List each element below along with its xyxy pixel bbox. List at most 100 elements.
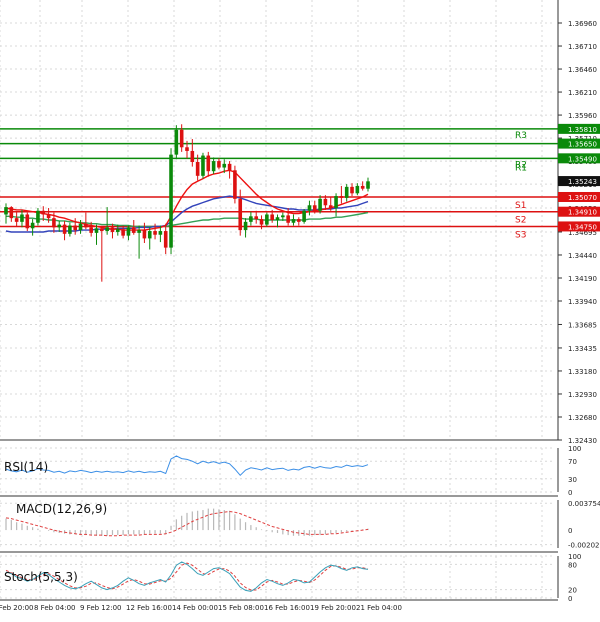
- candle-body: [179, 129, 184, 148]
- level-name-s3: S3: [515, 230, 526, 240]
- candle-body: [89, 227, 93, 233]
- y-tick-label: 1.36960: [568, 20, 597, 28]
- candle-body: [185, 147, 189, 151]
- candle-body: [233, 170, 237, 199]
- candle-body: [169, 154, 173, 248]
- x-tick-label: 21 Feb 04:00: [356, 604, 402, 612]
- x-tick-label: 8 Feb 04:00: [34, 604, 75, 612]
- level-name-r3: R3: [515, 131, 527, 141]
- candle-body: [366, 181, 370, 189]
- y-tick-label: 1.33685: [568, 321, 597, 329]
- candle-body: [360, 185, 365, 189]
- y-tick-label: 0.003754: [568, 500, 600, 508]
- candle-body: [174, 129, 179, 155]
- y-tick-label: 0: [568, 595, 572, 603]
- candle-body: [249, 216, 253, 222]
- candle-body: [243, 221, 248, 231]
- candle-body: [110, 227, 115, 232]
- x-tick-label: 12 Feb 16:00: [126, 604, 172, 612]
- y-tick-label: 1.34190: [568, 275, 597, 283]
- y-tick-label: 1.33435: [568, 345, 597, 353]
- candle-body: [286, 215, 290, 223]
- y-tick-label: 30: [568, 476, 577, 484]
- level-name-s1: S1: [515, 201, 526, 211]
- y-tick-label: 100: [568, 553, 581, 561]
- y-tick-label: 70: [568, 458, 577, 466]
- candle-body: [217, 161, 221, 168]
- candle-body: [355, 185, 360, 194]
- candle-body: [296, 219, 301, 222]
- candle-body: [147, 231, 152, 239]
- candle-body: [222, 163, 227, 168]
- y-tick-label: 1.33940: [568, 298, 597, 306]
- chart-canvas: 1.369601.367101.364601.362101.359601.357…: [0, 0, 600, 612]
- candle-body: [270, 214, 274, 220]
- candle-body: [94, 228, 99, 233]
- candle-body: [254, 216, 259, 220]
- level-name-s2: S2: [515, 216, 526, 226]
- y-tick-label: 0: [568, 489, 572, 497]
- stoch-panel: 10080 200 Stoch(5,5,3): [0, 553, 581, 603]
- candle-body: [190, 150, 195, 163]
- x-tick-label: 16 Feb 16:00: [264, 604, 310, 612]
- candle-body: [328, 205, 333, 209]
- level-price-label: 1.35490: [568, 155, 597, 163]
- candle-body: [4, 207, 8, 215]
- y-tick-label: 20: [568, 587, 577, 595]
- level-price-label: 1.35650: [568, 141, 597, 149]
- y-tick-label: 1.34440: [568, 252, 597, 260]
- y-tick-label: 100: [568, 445, 581, 453]
- forex-chart: 1.369601.367101.364601.362101.359601.357…: [0, 0, 600, 617]
- candle-body: [265, 214, 269, 225]
- level-price-label: 1.35810: [568, 126, 597, 134]
- level-price-label: 1.34910: [568, 209, 597, 217]
- candle-body: [318, 198, 322, 211]
- candle-body: [211, 161, 216, 172]
- candle-body: [84, 223, 88, 228]
- candle-body: [238, 198, 243, 231]
- macd-label: MACD(12,26,9): [16, 502, 107, 516]
- candle-body: [46, 214, 51, 219]
- candle-body: [126, 227, 131, 236]
- x-tick-label: 9 Feb 12:00: [80, 604, 121, 612]
- rsi-panel: 100 70 30 0 RSI(14): [0, 445, 581, 497]
- x-tick-label: 19 Feb 20:00: [310, 604, 356, 612]
- candle-body: [41, 210, 46, 215]
- candle-body: [158, 231, 163, 235]
- candle-body: [105, 227, 109, 232]
- y-tick-label: 1.36460: [568, 66, 597, 74]
- candle-body: [52, 218, 56, 228]
- candle-body: [78, 223, 83, 231]
- y-tick-label-zero: 0: [568, 527, 572, 535]
- candle-body: [137, 230, 141, 233]
- rsi-line: [5, 455, 369, 477]
- candle-body: [201, 155, 205, 176]
- candle-body: [36, 210, 40, 223]
- candle-body: [30, 222, 35, 229]
- candle-body: [206, 155, 211, 172]
- candle-body: [25, 214, 30, 229]
- candle-body: [14, 218, 19, 222]
- candle-body: [334, 196, 338, 209]
- y-tick-label: 1.32680: [568, 414, 597, 422]
- candle-body: [121, 229, 125, 236]
- candle-body: [227, 163, 232, 171]
- level-name-r1: R1: [515, 163, 527, 173]
- rsi-label: RSI(14): [4, 460, 48, 474]
- candle-body: [131, 227, 136, 233]
- y-tick-label: 1.36210: [568, 89, 597, 97]
- candle-body: [62, 224, 67, 234]
- candle-body: [344, 186, 349, 198]
- candle-body: [163, 231, 168, 248]
- price-panel: 1.369601.367101.364601.362101.359601.357…: [0, 0, 600, 445]
- y-tick-label: 1.35960: [568, 112, 597, 120]
- candle-body: [259, 219, 264, 225]
- x-tick-label: 14 Feb 00:00: [172, 604, 218, 612]
- candle-body: [142, 230, 147, 239]
- ma-green-line: [6, 211, 369, 228]
- candle-body: [302, 210, 306, 222]
- candle-body: [312, 205, 317, 211]
- candle-body: [153, 231, 157, 235]
- time-axis: 7 Feb 20:008 Feb 04:00 9 Feb 12:00 12 Feb …: [0, 604, 402, 612]
- x-tick-label: 15 Feb 08:00: [218, 604, 264, 612]
